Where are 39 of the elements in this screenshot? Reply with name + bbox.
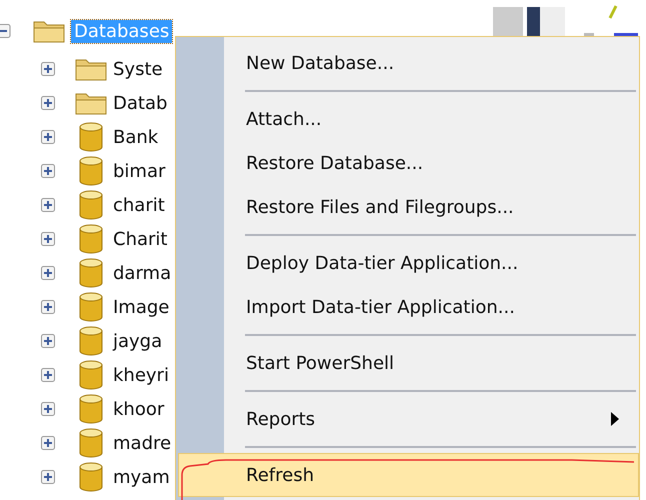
tree-item[interactable]: Bank xyxy=(113,126,158,148)
tree-item[interactable]: charit xyxy=(113,194,165,216)
expand-icon[interactable] xyxy=(41,334,55,348)
tree-item[interactable]: kheyri xyxy=(113,364,169,386)
tree-item[interactable]: darma xyxy=(113,262,172,284)
menu-item[interactable]: Refresh xyxy=(178,453,639,497)
expand-icon[interactable] xyxy=(41,436,55,450)
expand-icon[interactable] xyxy=(41,164,55,178)
expand-icon[interactable] xyxy=(41,96,55,110)
tree-item[interactable]: Image xyxy=(113,296,170,318)
menu-item[interactable]: Restore Database... xyxy=(224,141,639,185)
tree-item[interactable]: jayga xyxy=(113,330,162,352)
tree-item[interactable]: Datab xyxy=(113,92,168,114)
menu-item[interactable]: Import Data-tier Application... xyxy=(224,285,639,329)
menu-item[interactable]: Attach... xyxy=(224,97,639,141)
expand-icon[interactable] xyxy=(41,300,55,314)
folder-icon xyxy=(33,19,65,43)
tree-item[interactable]: myam xyxy=(113,466,170,488)
expand-icon[interactable] xyxy=(41,470,55,484)
menu-item[interactable]: Restore Files and Filegroups... xyxy=(224,185,639,229)
folder-icon xyxy=(75,57,107,81)
tree-item[interactable]: Syste xyxy=(113,58,163,80)
expand-icon[interactable] xyxy=(41,62,55,76)
tree-item[interactable]: madre xyxy=(113,432,172,454)
menu-item[interactable]: Reports xyxy=(224,397,639,441)
expand-icon[interactable] xyxy=(41,232,55,246)
tree-item[interactable]: bimar xyxy=(113,160,166,182)
tree-item[interactable]: khoor xyxy=(113,398,164,420)
expand-icon[interactable] xyxy=(41,130,55,144)
menu-item[interactable]: Deploy Data-tier Application... xyxy=(224,241,639,285)
expand-icon[interactable] xyxy=(41,198,55,212)
menu-item[interactable]: New Database... xyxy=(224,41,639,85)
collapse-icon[interactable] xyxy=(0,24,11,38)
tree-item[interactable]: Charit xyxy=(113,228,168,250)
expand-icon[interactable] xyxy=(41,368,55,382)
folder-icon xyxy=(75,91,107,115)
expand-icon[interactable] xyxy=(41,402,55,416)
menu-item[interactable]: Start PowerShell xyxy=(224,341,639,385)
expand-icon[interactable] xyxy=(41,266,55,280)
